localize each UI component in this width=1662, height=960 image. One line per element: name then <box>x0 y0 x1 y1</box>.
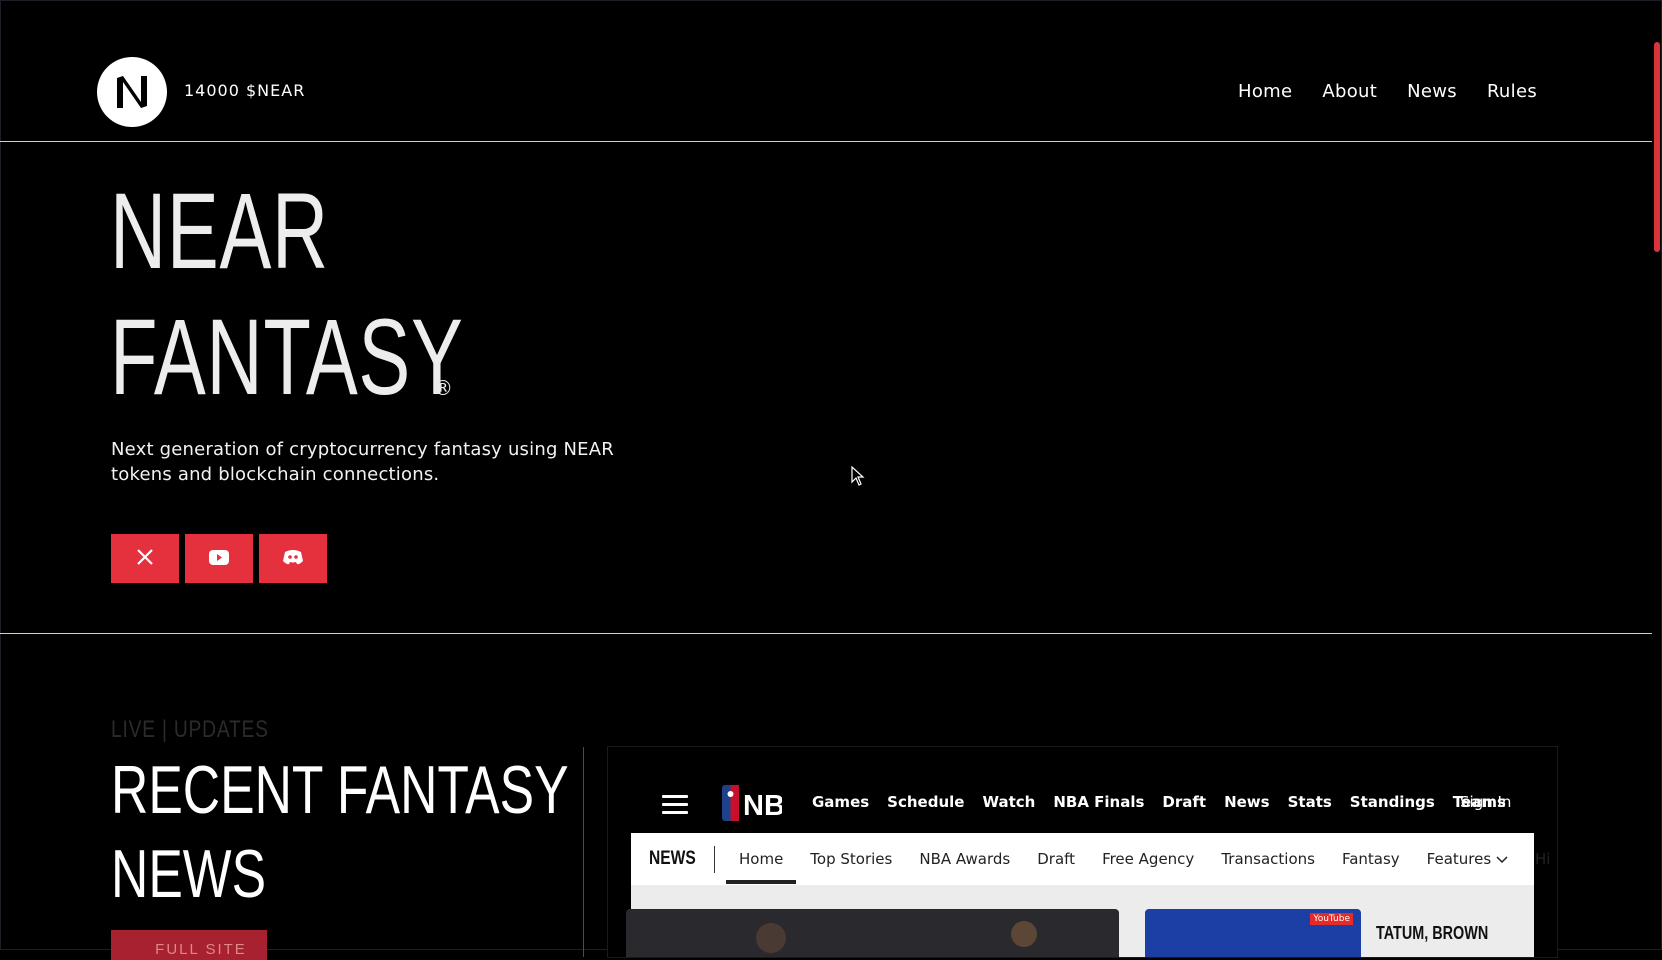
token-balance: 14000 $NEAR <box>184 81 306 100</box>
x-button[interactable] <box>111 534 179 583</box>
youtube-badge: YouTube <box>1310 913 1353 925</box>
nba-logo-icon[interactable]: NBA <box>722 785 806 825</box>
social-buttons <box>111 534 327 583</box>
youtube-button[interactable] <box>185 534 253 583</box>
section-divider <box>0 633 1652 634</box>
hero-title-line2: FANTASY <box>110 296 464 417</box>
subnav-overflow-item[interactable]: Hi <box>1535 850 1550 868</box>
nba-nav-schedule[interactable]: Schedule <box>887 793 964 811</box>
story-thumbnail[interactable]: YouTube <box>1145 909 1361 957</box>
site-header: 14000 $NEAR Home About News Rules <box>0 0 1652 142</box>
nba-primary-nav: Games Schedule Watch NBA Finals Draft Ne… <box>812 793 1506 811</box>
featured-story-image[interactable] <box>626 909 1119 957</box>
hero-title-line1: NEAR <box>110 170 329 291</box>
subnav-fantasy[interactable]: Fantasy <box>1342 850 1400 868</box>
subnav-nba-awards[interactable]: NBA Awards <box>919 850 1010 868</box>
registered-mark: ® <box>433 376 453 400</box>
nba-embed-frame[interactable]: NBA Games Schedule Watch NBA Finals Draf… <box>607 746 1558 958</box>
nba-secondary-nav: Home Top Stories NBA Awards Draft Free A… <box>725 850 1550 884</box>
subnav-features[interactable]: Features <box>1427 850 1508 868</box>
scrollbar-thumb[interactable] <box>1654 42 1660 252</box>
nav-home-link[interactable]: Home <box>1238 81 1292 102</box>
youtube-icon <box>209 549 229 568</box>
main-nav: Home About News Rules <box>1238 81 1537 102</box>
nba-top-bar: NBA Games Schedule Watch NBA Finals Draf… <box>608 747 1557 833</box>
subnav-features-label: Features <box>1426 850 1492 868</box>
subnav-draft[interactable]: Draft <box>1037 850 1075 868</box>
subnav-separator <box>714 846 715 873</box>
nba-nav-watch[interactable]: Watch <box>982 793 1035 811</box>
near-logo-icon[interactable] <box>97 57 167 127</box>
subnav-top-stories[interactable]: Top Stories <box>810 850 892 868</box>
nba-nav-games[interactable]: Games <box>812 793 869 811</box>
sign-in-link[interactable]: Sign In <box>1460 793 1511 811</box>
news-title-line1: RECENT FANTASY <box>111 752 569 828</box>
nba-nav-news[interactable]: News <box>1224 793 1270 811</box>
nba-logo-text: NBA <box>743 790 782 821</box>
chevron-down-icon <box>1496 850 1508 868</box>
news-section-title: RECENT FANTASY NEWS <box>111 748 569 916</box>
hero-title: NEAR FANTASY <box>110 168 464 420</box>
x-icon <box>136 548 154 569</box>
nba-nav-standings[interactable]: Standings <box>1350 793 1435 811</box>
full-site-button[interactable]: FULL SITE <box>111 930 267 960</box>
discord-icon <box>282 549 304 568</box>
news-section-label: NEWS <box>649 848 696 869</box>
hamburger-menu-icon[interactable] <box>662 795 688 819</box>
nba-nav-draft[interactable]: Draft <box>1162 793 1206 811</box>
discord-button[interactable] <box>259 534 327 583</box>
accent-divider <box>583 747 584 957</box>
nba-news-subnav: NEWS Home Top Stories NBA Awards Draft F… <box>631 833 1550 885</box>
subnav-home-tab[interactable]: Home <box>725 850 797 884</box>
nav-about-link[interactable]: About <box>1322 81 1377 102</box>
mouse-cursor-icon <box>851 465 865 490</box>
nav-rules-link[interactable]: Rules <box>1487 81 1537 102</box>
nav-news-link[interactable]: News <box>1407 81 1457 102</box>
hero-subtitle: Next generation of cryptocurrency fantas… <box>111 439 614 485</box>
section-kicker: LIVE | UPDATES <box>111 716 269 743</box>
subnav-free-agency[interactable]: Free Agency <box>1102 850 1194 868</box>
story-headline[interactable]: TATUM, BROWN <box>1376 923 1488 944</box>
news-title-line2: NEWS <box>111 836 267 912</box>
nba-nav-finals[interactable]: NBA Finals <box>1053 793 1144 811</box>
nba-nav-stats[interactable]: Stats <box>1288 793 1332 811</box>
subnav-transactions[interactable]: Transactions <box>1221 850 1315 868</box>
